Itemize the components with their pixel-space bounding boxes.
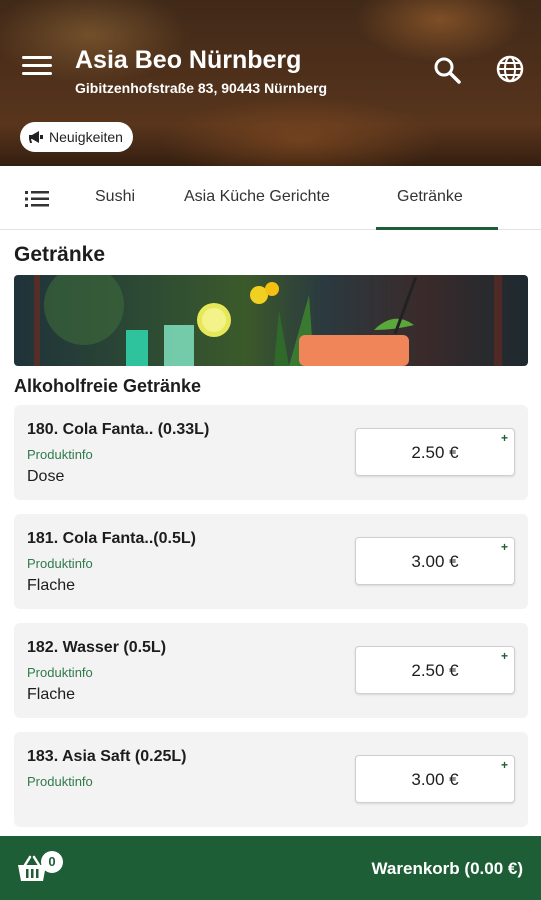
globe-icon[interactable] (495, 54, 525, 84)
tab-getraenke[interactable]: Getränke (397, 188, 463, 206)
list-icon[interactable] (25, 190, 49, 208)
megaphone-icon (29, 131, 43, 143)
section-title: Getränke (14, 243, 106, 266)
product-variant: Flache (27, 577, 76, 594)
product-price: 3.00 € (411, 552, 459, 571)
product-name: 180. Cola Fanta.. (0.33L) (27, 421, 210, 438)
product-card[interactable]: 182. Wasser (0.5L) Produktinfo Flache + … (14, 623, 528, 718)
product-info-link[interactable]: Produktinfo (27, 665, 93, 680)
product-variant: Dose (27, 468, 65, 485)
cart-count-badge: 0 (41, 851, 63, 873)
shop-address: Gibitzenhofstraße 83, 90443 Nürnberg (75, 80, 328, 96)
add-to-cart-button[interactable]: + 3.00 € (355, 755, 515, 803)
cart-bar[interactable]: 0 Warenkorb (0.00 €) (0, 836, 541, 900)
add-to-cart-button[interactable]: + 2.50 € (355, 646, 515, 694)
add-to-cart-button[interactable]: + 3.00 € (355, 537, 515, 585)
add-to-cart-button[interactable]: + 2.50 € (355, 428, 515, 476)
product-name: 181. Cola Fanta..(0.5L) (27, 530, 196, 547)
active-tab-indicator (376, 227, 498, 230)
product-card[interactable]: 180. Cola Fanta.. (0.33L) Produktinfo Do… (14, 405, 528, 500)
category-title: Alkoholfreie Getränke (14, 376, 202, 396)
news-button[interactable]: Neuigkeiten (20, 122, 133, 152)
product-variant: Flache (27, 686, 76, 703)
header-banner: Asia Beo Nürnberg Gibitzenhofstraße 83, … (0, 0, 541, 166)
product-name: 183. Asia Saft (0.25L) (27, 748, 187, 765)
tab-sushi[interactable]: Sushi (95, 188, 135, 206)
menu-icon[interactable] (22, 56, 52, 82)
product-price: 2.50 € (411, 661, 459, 680)
product-info-link[interactable]: Produktinfo (27, 556, 93, 571)
product-name: 182. Wasser (0.5L) (27, 639, 167, 656)
shop-name: Asia Beo Nürnberg (75, 46, 302, 74)
cart-total-button[interactable]: Warenkorb (0.00 €) (372, 859, 523, 879)
drinks-banner-image (14, 275, 528, 366)
product-card[interactable]: 183. Asia Saft (0.25L) Produktinfo + 3.0… (14, 732, 528, 827)
search-icon[interactable] (432, 55, 462, 85)
category-tabs: Sushi Asia Küche Gerichte Getränke (0, 166, 541, 230)
product-info-link[interactable]: Produktinfo (27, 447, 93, 462)
product-card[interactable]: 181. Cola Fanta..(0.5L) Produktinfo Flac… (14, 514, 528, 609)
tab-asia-kueche[interactable]: Asia Küche Gerichte (184, 188, 330, 206)
product-info-link[interactable]: Produktinfo (27, 774, 93, 789)
product-price: 3.00 € (411, 770, 459, 789)
product-price: 2.50 € (411, 443, 459, 462)
news-label: Neuigkeiten (49, 129, 123, 145)
